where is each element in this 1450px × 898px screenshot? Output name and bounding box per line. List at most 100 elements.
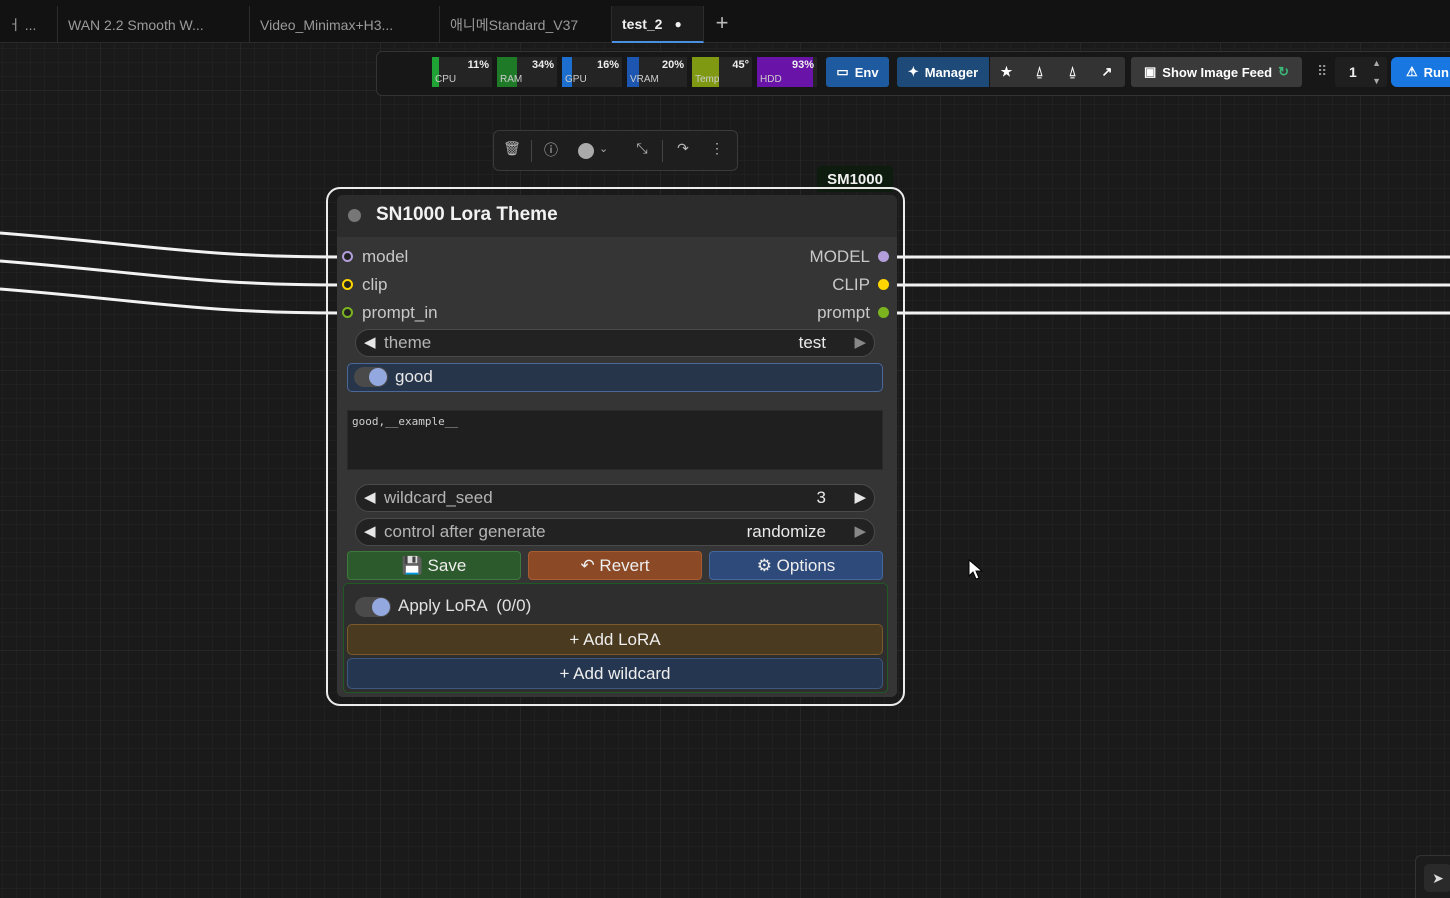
add-lora-button[interactable]: + Add LoRA [347,624,883,655]
more-icon[interactable]: ⋮ [707,140,727,157]
wire-clip-in [0,259,344,287]
puzzle-icon: ✦ [907,64,919,79]
env-label: Env [854,64,879,80]
input-slot-clip[interactable] [342,279,353,290]
cpu-monitor: 11% CPU [432,57,492,87]
arrow-right-icon[interactable]: ▶ [854,488,866,506]
arrow-left-icon[interactable]: ◀ [364,522,376,540]
theme-value: test [798,333,826,352]
queue-count-input[interactable]: 1 ▲ ▼ [1335,57,1387,87]
ram-monitor: 34% RAM [497,57,557,87]
collapse-dot-icon[interactable] [348,209,361,222]
run-label: Run [1423,64,1449,80]
manager-button[interactable]: ✦ Manager [897,57,989,87]
image-icon: ▣ [1143,64,1157,79]
revert-button[interactable]: ↶ Revert [528,551,702,580]
monitor-icon: ▭ [836,64,849,79]
output-slot-prompt[interactable] [878,307,889,318]
control-after-generate-combo[interactable]: ◀ control after generate randomize ▶ [355,518,875,546]
add-wildcard-button[interactable]: + Add wildcard [347,658,883,689]
update-icon: ⍙ [1068,64,1077,79]
queue-count-value: 1 [1349,64,1357,80]
drag-handle-icon[interactable]: ⠿ [1317,63,1327,80]
manager-label: Manager [924,64,979,80]
output-label-prompt: prompt [817,303,870,322]
tab-1[interactable]: ㅓ ... [0,6,58,43]
wildcard-seed-label: wildcard_seed [384,488,493,507]
mouse-cursor-icon [968,559,984,580]
options-button[interactable]: ⚙ Options [709,551,883,580]
arrow-right-icon[interactable]: ▶ [854,333,866,351]
arrow-left-icon[interactable]: ◀ [364,488,376,506]
star-button[interactable]: ★ [990,57,1023,87]
wire-model-in [0,231,344,259]
input-label-prompt-in: prompt_in [362,303,438,322]
vram-monitor: 20% VRAM [627,57,687,87]
share-icon: ↗ [1101,64,1113,79]
chevron-up-icon[interactable]: ▲ [1372,58,1381,68]
warning-icon: ⚠ [1406,64,1418,79]
arrow-right-icon[interactable]: ▶ [854,522,866,540]
temp-monitor: 45° Temp [692,57,752,87]
show-image-feed-button[interactable]: ▣ Show Image Feed ↻ [1131,57,1302,87]
input-slot-model[interactable] [342,251,353,262]
prompt-textarea[interactable]: good,__example__ [347,410,883,470]
good-toggle-row[interactable]: good [347,363,883,392]
input-slot-prompt-in[interactable] [342,307,353,318]
theme-label: theme [384,333,432,352]
share-button[interactable]: ↗ [1089,57,1125,87]
collapse-icon[interactable]: ⤡ [632,140,652,157]
ram-label: RAM [500,74,523,85]
gpu-label: GPU [565,74,587,85]
tab-label: WAN 2.2 Smooth W... [68,16,204,33]
run-button[interactable]: ⚠ Run [1391,57,1450,87]
tab-bar: ㅓ ... WAN 2.2 Smooth W... Video_Minimax+… [0,0,1450,43]
tab-test-2[interactable]: test_2 ● [612,6,704,43]
toolbox-divider [662,140,663,162]
gpu-value: 16% [596,59,619,71]
bypass-icon[interactable]: ↷ [673,140,693,157]
temp-value: 45° [732,59,749,71]
vram-value: 20% [661,59,684,71]
arrow-left-icon[interactable]: ◀ [364,333,376,351]
input-label-clip: clip [362,275,388,294]
model-fetch-button[interactable]: ⍙ [1023,57,1056,87]
apply-lora-label: Apply LoRA (0/0) [398,596,532,615]
apply-lora-toggle[interactable] [355,597,391,617]
good-toggle[interactable] [354,367,388,387]
tab-3[interactable]: Video_Minimax+H3... [250,6,440,43]
model-update-button[interactable]: ⍙ [1056,57,1089,87]
trash-icon[interactable]: 🗑 [502,140,522,157]
hdd-monitor: 93% HDD [757,57,817,87]
chevron-down-icon: ⌄ [599,143,609,155]
output-slot-clip[interactable] [878,279,889,290]
hdd-label: HDD [760,74,782,85]
env-button[interactable]: ▭ Env [826,57,889,87]
output-slot-model[interactable] [878,251,889,262]
input-label-model: model [362,247,409,266]
cpu-label: CPU [435,74,457,85]
output-label-model: MODEL [809,247,870,266]
download-icon: ⍙ [1035,64,1044,79]
info-icon[interactable]: ⓘ [541,140,561,160]
save-button[interactable]: 💾 Save [347,551,521,580]
toggle-knob [369,368,387,386]
cpu-value: 11% [467,59,489,71]
image-feed-label: Show Image Feed [1162,64,1273,80]
pointer-icon[interactable]: ➤ [1424,864,1450,892]
canvas-control-panel: ➤ [1415,855,1450,898]
tab-4[interactable]: 애니메Standard_V37 [440,6,612,43]
temp-label: Temp [695,74,720,85]
wildcard-seed-value: 3 [816,488,826,507]
add-tab-button[interactable]: + [708,10,736,36]
wildcard-seed-widget[interactable]: ◀ wildcard_seed 3 ▶ [355,484,875,512]
vram-label: VRAM [630,74,659,85]
theme-combo[interactable]: ◀ theme test ▶ [355,329,875,357]
good-label: good [395,367,433,386]
chevron-down-icon[interactable]: ▼ [1372,76,1381,86]
ram-value: 34% [531,59,554,71]
tab-2[interactable]: WAN 2.2 Smooth W... [58,6,250,43]
toggle-knob [372,598,390,616]
node-title: SN1000 Lora Theme [376,204,558,225]
color-picker-button[interactable]: ⌄ [578,142,612,160]
